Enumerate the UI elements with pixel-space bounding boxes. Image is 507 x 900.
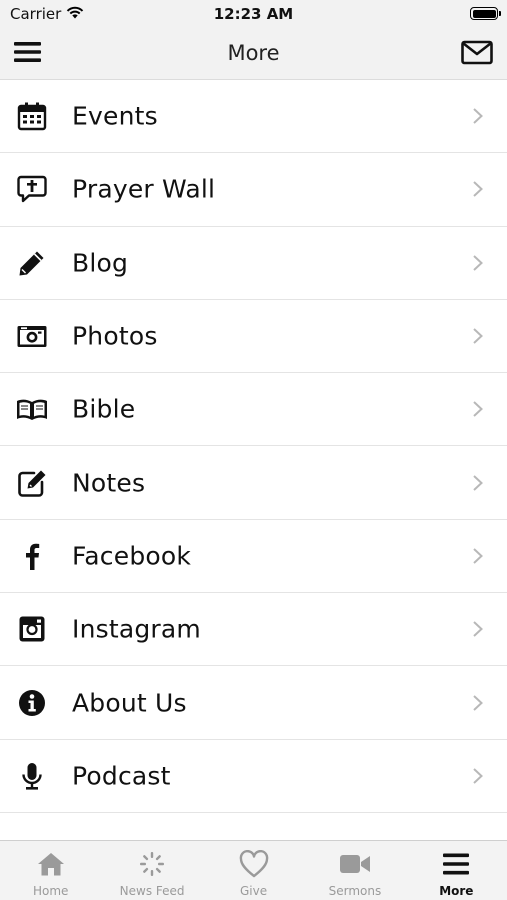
chevron-right-icon [473, 255, 483, 271]
tab-news-feed[interactable]: News Feed [101, 841, 202, 900]
menu-item-events[interactable]: Events [0, 80, 507, 154]
info-icon [14, 685, 50, 721]
book-icon [14, 391, 50, 427]
menu-item-label: Facebook [72, 541, 192, 571]
tab-label: News Feed [119, 884, 185, 898]
tab-label: More [439, 884, 474, 898]
menu-item-about-us[interactable]: About Us [0, 666, 507, 740]
chevron-right-icon [473, 401, 483, 418]
tab-give[interactable]: Give [203, 841, 304, 900]
facebook-icon [14, 538, 50, 574]
partially-hidden-icon [14, 831, 50, 840]
menu-item-label: About Us [72, 688, 187, 718]
tab-home[interactable]: Home [0, 841, 101, 900]
menu-item-label: Bible [72, 394, 136, 424]
edit-note-icon [14, 465, 50, 501]
menu-item-podcast[interactable]: Podcast [0, 739, 507, 813]
menu-item-bible[interactable]: Bible [0, 373, 507, 447]
heart-icon [238, 849, 270, 879]
instagram-icon [14, 611, 50, 647]
chevron-right-icon [473, 181, 483, 198]
pencil-icon [14, 245, 50, 281]
menu-item-facebook[interactable]: Facebook [0, 519, 507, 594]
menu-item-instagram[interactable]: Instagram [0, 593, 507, 667]
chevron-right-icon [473, 548, 483, 564]
tab-label: Home [32, 884, 69, 898]
menu-item-label: Podcast [72, 761, 171, 791]
calendar-icon [14, 98, 50, 134]
more-menu-list: Events Prayer Wall Blog Photos Bible Not… [0, 80, 507, 840]
home-icon [35, 849, 67, 879]
menu-item-label: Notes [72, 468, 146, 498]
menu-item-prayer-wall[interactable]: Prayer Wall [0, 153, 507, 227]
menu-item-notes[interactable]: Notes [0, 446, 507, 520]
battery-icon [470, 7, 501, 20]
hamburger-icon [440, 849, 472, 879]
refresh-icon [136, 849, 168, 879]
tab-label: Give [239, 884, 268, 898]
camera-icon [14, 318, 50, 354]
microphone-icon [14, 758, 50, 794]
page-title: More [227, 41, 280, 65]
status-time: 12:23 AM [213, 5, 294, 23]
chevron-right-icon [473, 108, 483, 124]
tab-sermons[interactable]: Sermons [304, 841, 405, 900]
menu-item-label: Events [72, 101, 158, 131]
envelope-icon [461, 40, 493, 65]
tab-more[interactable]: More [406, 841, 507, 900]
tab-bar: Home News Feed Give Sermons More [0, 840, 507, 900]
menu-item-label: Instagram [72, 614, 201, 644]
menu-item-blog[interactable]: Blog [0, 226, 507, 300]
chevron-right-icon [473, 328, 483, 344]
messages-button[interactable] [453, 40, 493, 70]
chevron-right-icon [473, 474, 483, 491]
chevron-right-icon [473, 694, 483, 711]
tab-label: Sermons [328, 884, 382, 898]
navigation-bar: More [0, 30, 507, 80]
prayer-bubble-icon [14, 171, 50, 207]
menu-item-partially-hidden[interactable] [0, 812, 507, 840]
chevron-right-icon [473, 768, 483, 784]
menu-item-photos[interactable]: Photos [0, 299, 507, 374]
menu-item-label: Prayer Wall [72, 174, 216, 204]
video-camera-icon [339, 849, 371, 879]
chevron-right-icon [473, 621, 483, 637]
menu-item-label: Photos [72, 321, 158, 351]
status-bar: Carrier 12:23 AM [0, 0, 507, 30]
menu-item-label: Blog [72, 248, 129, 278]
